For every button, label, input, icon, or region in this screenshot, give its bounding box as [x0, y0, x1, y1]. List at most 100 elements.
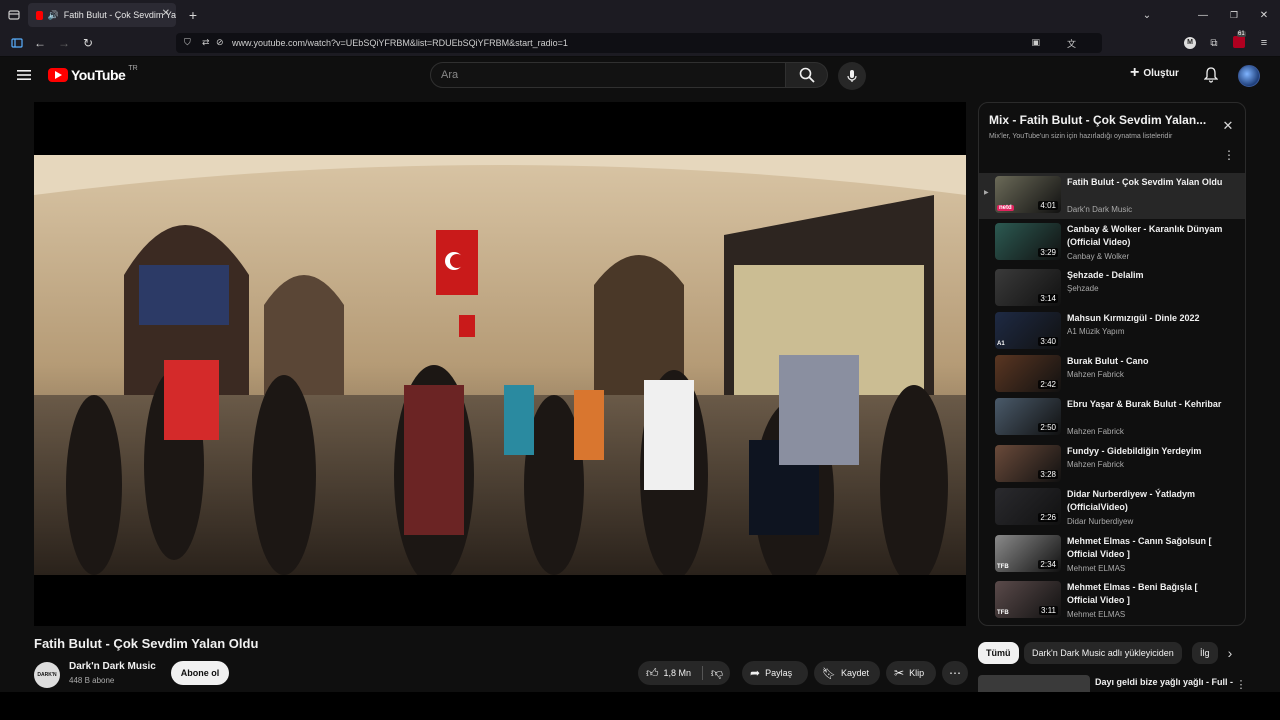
youtube-logo[interactable]: YouTube TR	[48, 65, 138, 84]
duration-badge: 3:29	[1038, 248, 1058, 257]
more-vertical-icon[interactable]: ⋮	[1223, 147, 1235, 163]
playlist-item[interactable]: A1 3:40 Mahsun Kırmızıgül - Dinle 2022 A1 M…	[979, 309, 1245, 355]
reload-icon[interactable]: ↻	[81, 36, 95, 50]
chevron-right-icon[interactable]: ›	[1222, 645, 1238, 661]
notifications-bell-icon[interactable]	[1202, 66, 1220, 84]
playlist-item-thumbnail[interactable]: 2:50	[995, 398, 1061, 435]
ublock-icon[interactable]: 61	[1231, 31, 1247, 50]
video-scene-image	[34, 155, 966, 575]
browser-tab-active[interactable]: 🔊 Fatih Bulut - Çok Sevdim Ya ✕	[28, 3, 176, 27]
chip-all[interactable]: Tümü	[978, 642, 1019, 664]
voice-search-button[interactable]	[838, 62, 866, 90]
search-input[interactable]: Ara	[430, 62, 786, 88]
hamburger-menu-icon[interactable]	[16, 67, 32, 83]
playlist-item[interactable]: 3:29 Canbay & Wolker - Karanlık Dünyam (O…	[979, 220, 1245, 266]
avatar[interactable]	[1238, 65, 1260, 87]
more-vertical-icon[interactable]: ⋮	[1236, 676, 1247, 692]
playlist-item-title: Mehmet Elmas - Canın Sağolsun [ Official…	[1067, 536, 1212, 559]
duration-badge: 2:42	[1038, 380, 1058, 389]
extensions-puzzle-icon[interactable]: ⧉	[1207, 36, 1221, 50]
translate-icon[interactable]: 文	[1067, 37, 1076, 50]
playlist-item-thumbnail[interactable]: TFB 2:34	[995, 535, 1061, 572]
channel-avatar[interactable]: DARK'N	[34, 662, 60, 688]
chip-related[interactable]: İlg	[1192, 642, 1218, 664]
tab-list-icon[interactable]	[7, 8, 21, 22]
minimize-icon[interactable]: —	[1196, 8, 1210, 22]
playlist-item[interactable]: ▶ netd 4:01 Fatih Bulut - Çok Sevdim Yalan …	[979, 173, 1245, 219]
playlist-item[interactable]: 2:26 Didar Nurberdiyew - Ýatladym (Offici…	[979, 485, 1245, 531]
dislike-button[interactable]: 👎︎	[704, 661, 730, 685]
playlist-item-thumbnail[interactable]: 2:42	[995, 355, 1061, 392]
playlist-title[interactable]: Mix - Fatih Bulut - Çok Sevdim Yalan...	[989, 113, 1209, 127]
playlist-item[interactable]: 3:14 Şehzade - Delalim Şehzade	[979, 266, 1245, 312]
playlist-item-thumbnail[interactable]: 3:14	[995, 269, 1061, 306]
playlist-item-thumbnail[interactable]: A1 3:40	[995, 312, 1061, 349]
duration-badge: 3:11	[1039, 606, 1058, 615]
url-text: www.youtube.com/watch?v=UEbSQiYFRBM&list…	[232, 38, 568, 48]
playlist-item-thumbnail[interactable]: netd 4:01	[995, 176, 1061, 213]
search-button[interactable]	[786, 62, 828, 88]
duration-badge: 3:14	[1038, 294, 1058, 303]
window-close-icon[interactable]: ✕	[1257, 8, 1271, 22]
playlist-item-thumbnail[interactable]: 2:26	[995, 488, 1061, 525]
browser-menu-icon[interactable]: ≡	[1257, 36, 1271, 50]
shield-icon[interactable]: ⛉	[184, 37, 191, 48]
sidebar-toggle-icon[interactable]	[10, 36, 24, 50]
save-button[interactable]: 🔖︎ Kaydet	[814, 661, 880, 685]
mix-playlist-panel: Mix - Fatih Bulut - Çok Sevdim Yalan... …	[978, 102, 1246, 626]
playlist-item-channel: Canbay & Wolker	[1067, 252, 1130, 261]
like-count: 1,8 Mn	[663, 668, 692, 678]
video-frame[interactable]	[34, 155, 966, 575]
playlist-item-channel: Mehmet ELMAS	[1067, 564, 1126, 573]
tab-title: Fatih Bulut - Çok Sevdim Ya	[63, 10, 176, 20]
speaker-icon[interactable]: 🔊	[48, 10, 59, 21]
extension-m-icon[interactable]: M	[1184, 37, 1196, 49]
thumbnail-badge: TFB	[997, 564, 1009, 570]
chip-uploader[interactable]: Dark'n Dark Music adlı yükleyiciden	[1024, 642, 1182, 664]
share-button[interactable]: ➦ Paylaş	[742, 661, 808, 685]
close-icon[interactable]: ✕	[1221, 118, 1235, 133]
maximize-icon[interactable]: ❐	[1227, 8, 1241, 22]
share-icon: ➦	[750, 666, 761, 680]
more-horizontal-icon: ⋯	[949, 666, 961, 680]
playlist-item-thumbnail[interactable]: 3:29	[995, 223, 1061, 260]
duration-badge: 2:34	[1038, 560, 1058, 569]
plus-icon: +	[1130, 64, 1140, 81]
bookmark-icon: 🔖︎	[822, 667, 836, 680]
playlist-item-thumbnail[interactable]: 3:28	[995, 445, 1061, 482]
playlist-item-channel: Mahzen Fabrick	[1067, 427, 1124, 436]
playlist-item-thumbnail[interactable]: TFB 3:11	[995, 581, 1061, 618]
scissors-icon: ✂	[894, 666, 905, 680]
playlist-item-title: Fatih Bulut - Çok Sevdim Yalan Oldu	[1067, 177, 1223, 187]
playlist-item-channel: Dark'n Dark Music	[1067, 205, 1133, 214]
back-arrow-icon[interactable]: ←	[33, 36, 47, 50]
like-button[interactable]: 👍︎ 1,8 Mn	[638, 661, 702, 685]
playlist-item[interactable]: TFB 2:34 Mehmet Elmas - Canın Sağolsun [ O…	[979, 532, 1245, 578]
tab-close-icon[interactable]: ✕	[162, 8, 170, 19]
youtube-wordmark: YouTube	[71, 67, 126, 83]
permissions-icon[interactable]: ⇄	[202, 37, 210, 48]
url-bar[interactable]: ⛉ ⇄ ⊘ www.youtube.com/watch?v=UEbSQiYFRB…	[176, 33, 1102, 53]
playlist-item-channel: Didar Nurberdiyew	[1067, 517, 1134, 526]
more-actions-button[interactable]: ⋯	[942, 661, 968, 685]
playlist-item[interactable]: TFB 3:11 Mehmet Elmas - Beni Bağışla [ Off…	[979, 578, 1245, 624]
extension-badge: 61	[1237, 31, 1246, 37]
playlist-item[interactable]: 2:42 Burak Bulut - Cano Mahzen Fabrick	[979, 352, 1245, 398]
pip-icon[interactable]: ▣	[1031, 37, 1040, 48]
forward-arrow-icon[interactable]: →	[57, 36, 71, 50]
next-video-title[interactable]: Dayı geldi bize yağlı yağlı - Full -	[1095, 677, 1233, 687]
create-button[interactable]: + Oluştur	[1130, 64, 1179, 81]
playlist-item[interactable]: 2:50 Ebru Yaşar & Burak Bulut - Kehribar M…	[979, 395, 1245, 441]
duration-badge: 4:01	[1038, 201, 1058, 210]
playlist-item-title: Burak Bulut - Cano	[1067, 356, 1149, 366]
bottom-overlay	[0, 692, 1280, 720]
channel-name[interactable]: Dark'n Dark Music	[69, 661, 156, 672]
new-tab-button[interactable]: +	[184, 6, 202, 24]
chevron-down-icon[interactable]: ⌄	[1140, 8, 1154, 22]
microphone-icon	[847, 70, 857, 82]
tracking-blocked-icon[interactable]: ⊘	[216, 37, 224, 48]
clip-button[interactable]: ✂ Klip	[886, 661, 936, 685]
youtube-play-logo-icon	[48, 68, 68, 82]
playlist-item[interactable]: 3:28 Fundyy - Gidebildiğin Yerdeyim Mahzen…	[979, 442, 1245, 488]
subscribe-button[interactable]: Abone ol	[171, 661, 229, 685]
